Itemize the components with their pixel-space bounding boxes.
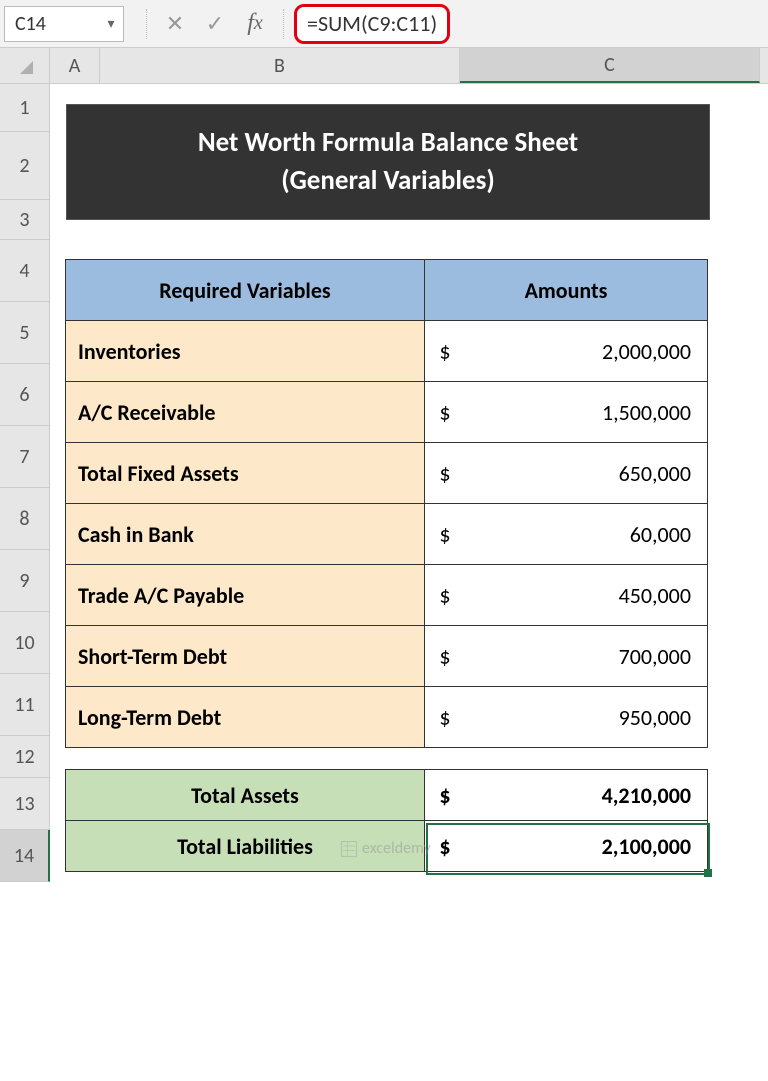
amount-value: 650,000 xyxy=(465,460,707,487)
column-headers: A B C xyxy=(0,48,768,84)
row-amount[interactable]: $1,500,000 xyxy=(424,381,708,443)
currency-symbol: $ xyxy=(425,782,465,809)
row-header-8[interactable]: 8 xyxy=(0,488,50,550)
currency-symbol: $ xyxy=(425,521,465,548)
row-header-5[interactable]: 5 xyxy=(0,302,50,364)
amount-value: 450,000 xyxy=(465,582,707,609)
cancel-icon[interactable]: ✕ xyxy=(157,6,193,42)
header-amounts: Amounts xyxy=(424,259,708,321)
amount-value: 2,000,000 xyxy=(465,338,707,365)
currency-symbol: $ xyxy=(425,643,465,670)
row-amount[interactable]: $950,000 xyxy=(424,686,708,748)
summary-label[interactable]: Total Liabilities xyxy=(65,820,425,872)
header-required-variables: Required Variables xyxy=(65,259,425,321)
row-header-11[interactable]: 11 xyxy=(0,674,50,736)
row-label[interactable]: Short-Term Debt xyxy=(65,625,425,687)
row-header-3[interactable]: 3 xyxy=(0,200,50,240)
table-row: Short-Term Debt$700,000 xyxy=(66,626,710,687)
currency-symbol: $ xyxy=(425,460,465,487)
currency-symbol: $ xyxy=(425,338,465,365)
row-amount[interactable]: $60,000 xyxy=(424,503,708,565)
row-header-1[interactable]: 1 xyxy=(0,84,50,132)
variables-table: Required Variables Amounts Inventories$2… xyxy=(66,260,710,748)
row-label[interactable]: A/C Receivable xyxy=(65,381,425,443)
amount-value: 60,000 xyxy=(465,521,707,548)
currency-symbol: $ xyxy=(425,399,465,426)
name-box-value: C14 xyxy=(5,12,99,36)
column-header-b[interactable]: B xyxy=(100,48,460,83)
title-line-2: (General Variables) xyxy=(281,162,495,200)
confirm-icon[interactable]: ✓ xyxy=(197,6,233,42)
table-row: Inventories$2,000,000 xyxy=(66,321,710,382)
fx-icon[interactable]: fx xyxy=(237,6,273,42)
row-label[interactable]: Trade A/C Payable xyxy=(65,564,425,626)
row-header-4[interactable]: 4 xyxy=(0,240,50,302)
row-header-7[interactable]: 7 xyxy=(0,426,50,488)
row-label[interactable]: Long-Term Debt xyxy=(65,686,425,748)
summary-table: Total Assets$4,210,000Total Liabilities$… xyxy=(66,770,710,872)
column-header-c[interactable]: C xyxy=(460,48,760,83)
summary-amount[interactable]: $4,210,000 xyxy=(424,769,708,821)
row-header-14[interactable]: 14 xyxy=(0,830,50,882)
table-row: Cash in Bank$60,000 xyxy=(66,504,710,565)
cells-area[interactable]: Net Worth Formula Balance Sheet (General… xyxy=(50,84,768,882)
row-header-9[interactable]: 9 xyxy=(0,550,50,612)
row-header-2[interactable]: 2 xyxy=(0,132,50,200)
table-row: Trade A/C Payable$450,000 xyxy=(66,565,710,626)
row-amount[interactable]: $650,000 xyxy=(424,442,708,504)
row-headers: 1234567891011121314 xyxy=(0,84,50,882)
currency-symbol: $ xyxy=(425,833,465,860)
row-label[interactable]: Total Fixed Assets xyxy=(65,442,425,504)
row-label[interactable]: Inventories xyxy=(65,320,425,382)
sheet-title: Net Worth Formula Balance Sheet (General… xyxy=(66,104,710,220)
table-row: Total Fixed Assets$650,000 xyxy=(66,443,710,504)
table-row: Long-Term Debt$950,000 xyxy=(66,687,710,748)
amount-value: 2,100,000 xyxy=(465,833,707,860)
row-label[interactable]: Cash in Bank xyxy=(65,503,425,565)
title-line-1: Net Worth Formula Balance Sheet xyxy=(198,124,578,162)
formula-input[interactable]: =SUM(C9:C11) xyxy=(294,4,450,44)
row-amount[interactable]: $700,000 xyxy=(424,625,708,687)
table-header-row: Required Variables Amounts xyxy=(66,260,710,321)
summary-label[interactable]: Total Assets xyxy=(65,769,425,821)
currency-symbol: $ xyxy=(425,704,465,731)
formula-bar: C14 ▾ ✕ ✓ fx =SUM(C9:C11) xyxy=(0,0,768,48)
row-header-6[interactable]: 6 xyxy=(0,364,50,426)
currency-symbol: $ xyxy=(425,582,465,609)
amount-value: 950,000 xyxy=(465,704,707,731)
table-row: A/C Receivable$1,500,000 xyxy=(66,382,710,443)
select-all-triangle[interactable] xyxy=(0,48,50,83)
amount-value: 1,500,000 xyxy=(465,399,707,426)
row-header-13[interactable]: 13 xyxy=(0,778,50,830)
row-amount[interactable]: $450,000 xyxy=(424,564,708,626)
chevron-down-icon[interactable]: ▾ xyxy=(99,15,123,32)
amount-value: 4,210,000 xyxy=(465,782,707,809)
grid: 1234567891011121314 Net Worth Formula Ba… xyxy=(0,84,768,882)
amount-value: 700,000 xyxy=(465,643,707,670)
summary-row: Total Assets$4,210,000 xyxy=(66,770,710,821)
summary-row: Total Liabilities$2,100,000 xyxy=(66,821,710,872)
row-amount[interactable]: $2,000,000 xyxy=(424,320,708,382)
row-header-10[interactable]: 10 xyxy=(0,612,50,674)
row-header-12[interactable]: 12 xyxy=(0,736,50,778)
column-header-a[interactable]: A xyxy=(50,48,100,83)
formula-text: =SUM(C9:C11) xyxy=(307,10,437,37)
name-box[interactable]: C14 ▾ xyxy=(4,6,124,42)
summary-amount[interactable]: $2,100,000 xyxy=(424,820,708,872)
